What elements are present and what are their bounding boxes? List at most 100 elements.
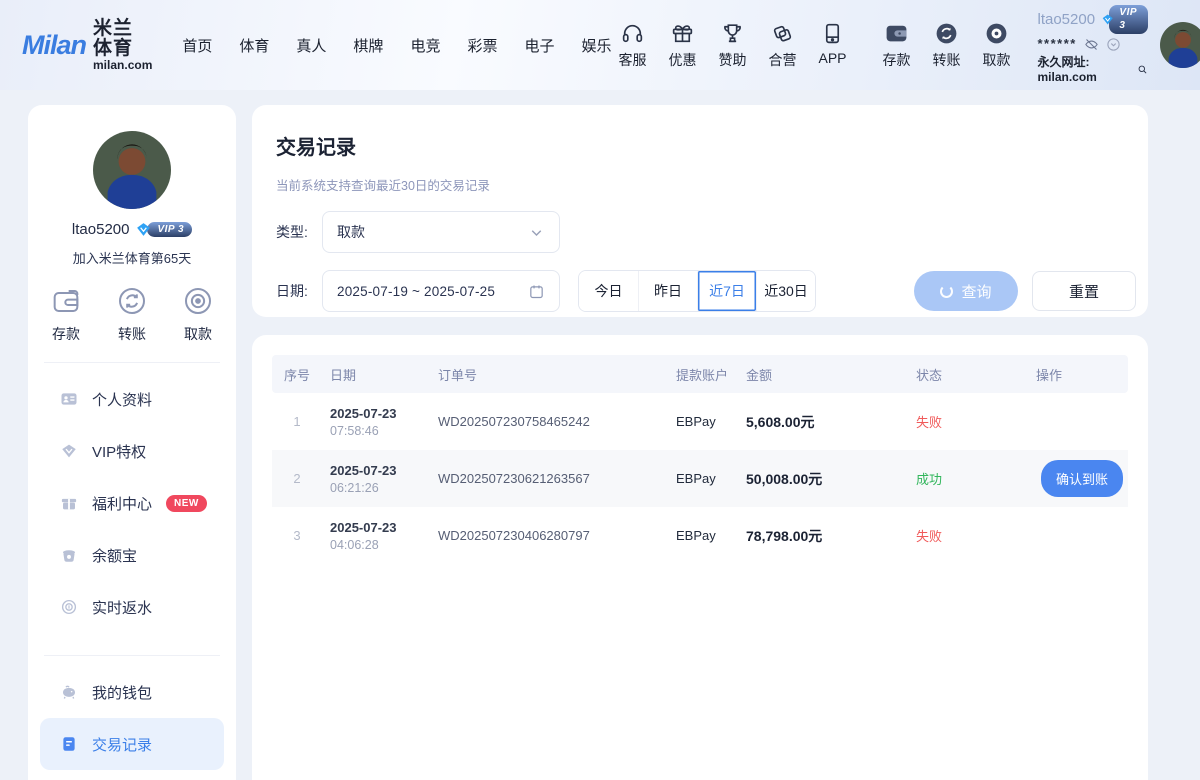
- calendar-icon: [528, 283, 545, 300]
- reset-button-label: 重置: [1069, 281, 1099, 302]
- transfer-label: 转账: [933, 50, 961, 70]
- col-action: 操作: [1028, 365, 1128, 384]
- row-date-value: 2025-07-23: [330, 520, 430, 535]
- nav-item-esports[interactable]: 电竞: [410, 35, 440, 56]
- type-label: 类型:: [276, 222, 322, 242]
- row-amount: 50,008.00元: [738, 469, 908, 489]
- table-header: 序号 日期 订单号 提款账户 金额 状态 操作: [272, 355, 1128, 393]
- withdraw-link[interactable]: 取款: [976, 21, 1018, 70]
- service-link[interactable]: 客服: [612, 21, 654, 70]
- date-row: 日期: 2025-07-19 ~ 2025-07-25 今日 昨日 近7日 近3…: [276, 270, 1136, 312]
- piggy-icon: [60, 683, 78, 701]
- sidebar-item-bets[interactable]: 投注记录: [28, 770, 236, 780]
- row-amount: 5,608.00元: [738, 412, 908, 432]
- row-account: EBPay: [668, 471, 738, 486]
- sidebar-avatar[interactable]: [93, 131, 171, 209]
- range-7days-button[interactable]: 近7日: [697, 271, 756, 311]
- filter-card: 交易记录 当前系统支持查询最近30日的交易记录 类型: 取款 日期: 2025-…: [252, 105, 1148, 317]
- sidebar-item-profile-label: 个人资料: [92, 389, 152, 410]
- sidebar-item-yuebao-label: 余额宝: [92, 545, 137, 566]
- user-block: ltao5200 VIP 3 ****** 永久网址: milan.com: [1038, 5, 1149, 84]
- date-range-input[interactable]: 2025-07-19 ~ 2025-07-25: [322, 270, 560, 312]
- username[interactable]: ltao5200: [1038, 11, 1096, 30]
- transfer-link[interactable]: 转账: [926, 21, 968, 70]
- row-date-value: 2025-07-23: [330, 406, 430, 421]
- partner-link[interactable]: 合营: [762, 21, 804, 70]
- sidebar-item-yuebao[interactable]: 余额宝: [28, 529, 236, 581]
- range-yesterday-button[interactable]: 昨日: [638, 271, 697, 311]
- magnifier-icon[interactable]: [1137, 63, 1148, 76]
- nav-item-entertainment[interactable]: 娱乐: [581, 35, 611, 56]
- table-row: 1 2025-07-23 07:58:46 WD2025072307584652…: [272, 393, 1128, 450]
- date-range-value: 2025-07-19 ~ 2025-07-25: [337, 284, 528, 299]
- sidebar-item-welfare[interactable]: 福利中心 NEW: [28, 477, 236, 529]
- row-order-number: WD202507230621263567: [430, 471, 668, 486]
- col-order: 订单号: [430, 365, 668, 384]
- main-nav: 首页 体育 真人 棋牌 电竞 彩票 电子 娱乐: [182, 35, 611, 56]
- withdraw-filled-icon: [984, 21, 1009, 46]
- vip-level-label: VIP 3: [1109, 5, 1148, 34]
- avatar[interactable]: [1160, 22, 1200, 68]
- promo-link[interactable]: 优惠: [662, 21, 704, 70]
- wallet-icon: [50, 285, 82, 317]
- sidebar-item-wallet[interactable]: 我的钱包: [28, 666, 236, 718]
- query-button[interactable]: 查询: [914, 271, 1018, 311]
- row-order-number: WD202507230758465242: [430, 414, 668, 429]
- row-action: 确认到账: [1028, 460, 1128, 497]
- sidebar-item-transactions[interactable]: 交易记录: [40, 718, 224, 770]
- sponsor-label: 赞助: [719, 50, 747, 70]
- brand-domain: milan.com: [93, 59, 152, 72]
- range-today-button[interactable]: 今日: [579, 271, 638, 311]
- confirm-receipt-button[interactable]: 确认到账: [1041, 460, 1123, 497]
- vip-gem-icon: [1101, 11, 1114, 28]
- page-title: 交易记录: [276, 131, 1136, 160]
- row-order-number: WD202507230406280797: [430, 528, 668, 543]
- sidebar-deposit-action[interactable]: 存款: [50, 285, 82, 344]
- sidebar-item-profile[interactable]: 个人资料: [28, 373, 236, 425]
- deposit-link[interactable]: 存款: [876, 21, 918, 70]
- nav-item-sports[interactable]: 体育: [239, 35, 269, 56]
- nav-item-live[interactable]: 真人: [296, 35, 326, 56]
- row-no: 1: [272, 414, 322, 429]
- brand-name-cn: 米兰体育: [93, 19, 152, 59]
- nav-item-chess[interactable]: 棋牌: [353, 35, 383, 56]
- sidebar-menu-primary: 个人资料 VIP特权 福利中心 NEW 余额宝 实时返水: [28, 369, 236, 637]
- range-30days-button[interactable]: 近30日: [756, 271, 815, 311]
- table-row: 2 2025-07-23 06:21:26 WD2025072306212635…: [272, 450, 1128, 507]
- sponsor-link[interactable]: 赞助: [712, 21, 754, 70]
- nav-item-slots[interactable]: 电子: [524, 35, 554, 56]
- nav-item-home[interactable]: 首页: [182, 35, 212, 56]
- row-date: 2025-07-23 07:58:46: [322, 406, 430, 438]
- chevron-circle-icon[interactable]: [1106, 37, 1121, 52]
- masked-balance: ******: [1038, 36, 1077, 52]
- type-row: 类型: 取款: [276, 211, 1136, 253]
- transfer-icon: [116, 285, 148, 317]
- sidebar-transfer-action[interactable]: 转账: [116, 285, 148, 344]
- sidebar-item-welfare-label: 福利中心: [92, 493, 152, 514]
- sidebar-item-rebate-label: 实时返水: [92, 597, 152, 618]
- sidebar-withdraw-label: 取款: [184, 324, 212, 344]
- app-label: APP: [818, 50, 846, 66]
- new-badge: NEW: [166, 495, 207, 512]
- sidebar-item-rebate[interactable]: 实时返水: [28, 581, 236, 633]
- eye-off-icon[interactable]: [1084, 37, 1099, 52]
- promo-label: 优惠: [669, 50, 697, 70]
- sidebar-withdraw-action[interactable]: 取款: [182, 285, 214, 344]
- row-no: 2: [272, 471, 322, 486]
- sidebar-vip-badge[interactable]: VIP 3: [135, 221, 192, 238]
- sidebar-username: ltao5200: [72, 221, 130, 238]
- brand-logo[interactable]: Milan 米兰体育 milan.com: [22, 19, 152, 71]
- nav-item-lottery[interactable]: 彩票: [467, 35, 497, 56]
- vip-badge[interactable]: VIP 3: [1101, 5, 1148, 34]
- status-badge: 失败: [908, 526, 1028, 545]
- partner-tags-icon: [770, 21, 795, 46]
- transactions-table-card: 序号 日期 订单号 提款账户 金额 状态 操作 1 2025-07-23 07:…: [252, 335, 1148, 780]
- loading-spinner-icon: [940, 285, 953, 298]
- sidebar-item-vip[interactable]: VIP特权: [28, 425, 236, 477]
- chevron-down-icon: [528, 224, 545, 241]
- type-select[interactable]: 取款: [322, 211, 560, 253]
- app-link[interactable]: APP: [812, 21, 854, 70]
- row-amount: 78,798.00元: [738, 526, 908, 546]
- reset-button[interactable]: 重置: [1032, 271, 1136, 311]
- sidebar-transfer-label: 转账: [118, 324, 146, 344]
